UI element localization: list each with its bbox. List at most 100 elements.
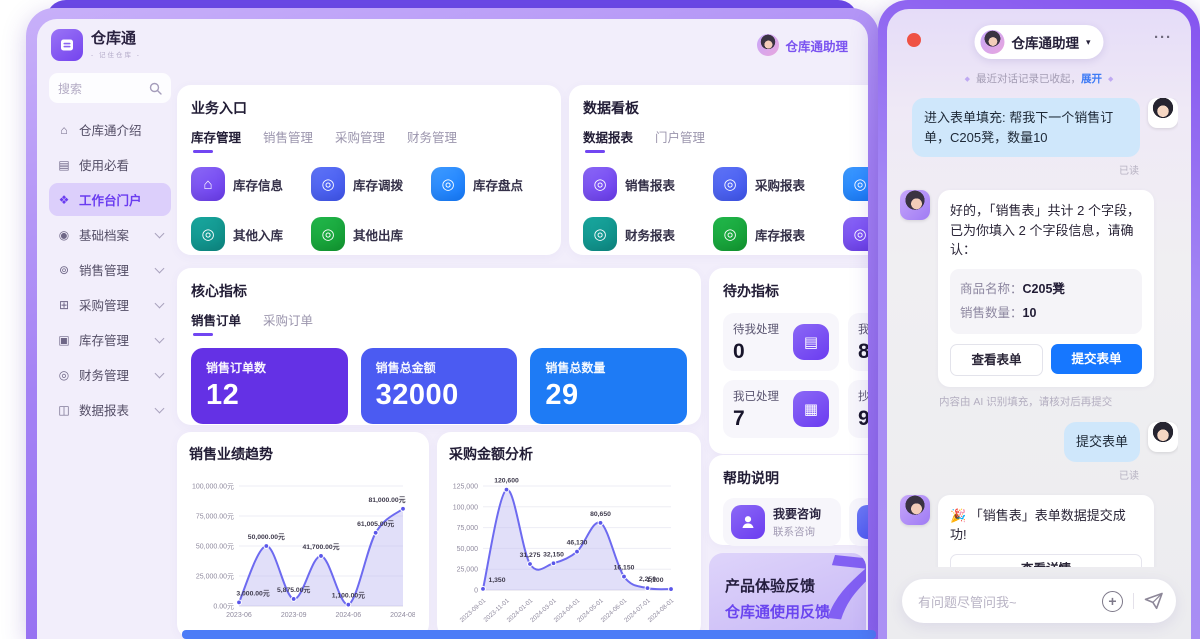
chevron-down-icon [155, 368, 165, 378]
view-details-button[interactable]: 查看详情 [950, 554, 1142, 568]
todo-pending[interactable]: 待我处理0 ▤ [723, 313, 839, 371]
tab-purchase-orders[interactable]: 采购订单 [263, 310, 313, 336]
help-faq[interactable]: ? [849, 498, 868, 546]
chat-window-title: 仓库通助理 [1011, 32, 1079, 52]
assistant-message-bubble: 好的，「销售表」共计 2 个字段，已为你填入 2 个字段信息，请确认： 商品名称… [938, 190, 1154, 387]
form-field-row: 销售数量：10 [960, 301, 1132, 326]
data-dashboard-card: 数据看板 数据报表 门户管理 ◎销售报表 ◎采购报表 ◎资金报表 ◎财务报表 ◎… [569, 85, 868, 255]
tile-stocktake[interactable]: ◎库存盘点 [431, 167, 551, 201]
assistant-avatar [900, 190, 930, 220]
sidebar-item-must-read[interactable]: ▤使用必看 [49, 148, 171, 181]
decorative-seven: 7 [817, 553, 866, 639]
tile-sales-report[interactable]: ◎销售报表 [583, 167, 713, 201]
sparkle-icon: ◆ [965, 76, 970, 83]
svg-text:2023-09: 2023-09 [281, 612, 307, 619]
finance-icon: ◎ [57, 368, 71, 382]
todo-cc-me[interactable]: 抄送我的9 ▦ [848, 380, 868, 438]
home-icon: ⌂ [57, 123, 71, 137]
sidebar: 搜索 ⌂仓库通介绍 ▤使用必看 ❖工作台门户 ◉基础档案 ⊚销售管理 ⊞采购管理… [45, 71, 175, 639]
chevron-down-icon [155, 333, 165, 343]
tile-inventory-report[interactable]: ◎库存报表 [713, 217, 843, 251]
tile-other-outbound[interactable]: ◎其他出库 [311, 217, 431, 251]
sidebar-item-base-archive[interactable]: ◉基础档案 [49, 218, 171, 251]
svg-text:31,275: 31,275 [520, 552, 541, 559]
tab-portal-mgmt[interactable]: 门户管理 [655, 127, 705, 153]
form-field-row: 商品名称：C205凳 [960, 277, 1132, 302]
tile-finance-report[interactable]: ◎财务报表 [583, 217, 713, 251]
chat-input-bar[interactable]: 有问题尽管问我~ + [902, 579, 1176, 623]
tab-sales-orders[interactable]: 销售订单 [191, 310, 241, 336]
chevron-down-icon [155, 228, 165, 238]
purchase-icon: ⊞ [57, 298, 71, 312]
attach-plus-icon[interactable]: + [1102, 591, 1123, 612]
tab-finance-mgmt[interactable]: 财务管理 [407, 127, 457, 153]
stocktake-icon: ◎ [431, 167, 465, 201]
svg-text:0: 0 [474, 588, 478, 595]
warehouse-logo-icon [51, 29, 83, 61]
svg-text:100,000: 100,000 [453, 504, 478, 511]
brand-tagline: - 记住仓库 - [91, 49, 141, 59]
sidebar-item-inventory[interactable]: ▣库存管理 [49, 323, 171, 356]
feedback-banner[interactable]: 产品体验反馈 仓库通使用反馈 7 [709, 553, 866, 639]
tile-other-inbound[interactable]: ◎其他入库 [191, 217, 311, 251]
search-icon [149, 82, 162, 95]
archive-icon: ◉ [57, 228, 71, 242]
svg-text:1,100: 1,100 [646, 577, 663, 584]
sidebar-item-workbench-portal[interactable]: ❖工作台门户 [49, 183, 171, 216]
todo-created-by-me[interactable]: 我创建的8 ▤ [848, 313, 868, 371]
inventory-icon: ▣ [57, 333, 71, 347]
report-disc-icon: ◎ [843, 167, 868, 201]
business-entry-tabs: 库存管理 销售管理 采购管理 财务管理 [191, 127, 547, 153]
search-input[interactable]: 搜索 [49, 73, 171, 103]
assistant-entry-label: 仓库通助理 [785, 36, 848, 55]
tab-purchase-mgmt[interactable]: 采购管理 [335, 127, 385, 153]
assistant-selector[interactable]: 仓库通助理 ▾ [974, 25, 1103, 59]
sales-icon: ⊚ [57, 263, 71, 277]
purchase-analysis-title: 采购金额分析 [449, 444, 689, 464]
tab-sales-mgmt[interactable]: 销售管理 [263, 127, 313, 153]
sidebar-item-sales[interactable]: ⊚销售管理 [49, 253, 171, 286]
submit-form-button[interactable]: 提交表单 [1051, 344, 1142, 374]
tile-capital-report[interactable]: ◎资金报表 [843, 167, 868, 201]
tile-inventory-transfer[interactable]: ◎库存调拨 [311, 167, 431, 201]
assistant-message: 好的，「销售表」共计 2 个字段，已为你填入 2 个字段信息，请确认： 商品名称… [900, 190, 1178, 387]
more-menu-icon[interactable]: ··· [1154, 29, 1172, 46]
tile-purchase-report[interactable]: ◎采购报表 [713, 167, 843, 201]
assistant-avatar [900, 495, 930, 525]
assistant-text: 🎉 「销售表」表单数据提交成功! [950, 506, 1142, 545]
help-contact[interactable]: 我要咨询 联系咨询 [723, 498, 841, 546]
close-button[interactable] [907, 33, 921, 47]
todo-processed[interactable]: 我已处理7 ▦ [723, 380, 839, 438]
svg-text:75,000: 75,000 [457, 525, 479, 532]
tab-data-reports[interactable]: 数据报表 [583, 127, 633, 153]
svg-text:2024-08-01: 2024-08-01 [647, 597, 676, 624]
sidebar-item-intro[interactable]: ⌂仓库通介绍 [49, 113, 171, 146]
header-assistant-entry[interactable]: 仓库通助理 [757, 34, 848, 56]
sidebar-item-finance[interactable]: ◎财务管理 [49, 358, 171, 391]
sidebar-item-purchase[interactable]: ⊞采购管理 [49, 288, 171, 321]
business-entry-title: 业务入口 [191, 98, 547, 118]
expand-history-link[interactable]: 展开 [1081, 73, 1102, 85]
sidebar-item-reports[interactable]: ◫数据报表 [49, 393, 171, 426]
search-placeholder: 搜索 [58, 80, 82, 97]
input-divider [1133, 593, 1134, 609]
send-icon[interactable] [1144, 592, 1164, 610]
doc-icon: ▤ [57, 158, 71, 172]
user-avatar [1148, 422, 1178, 452]
tile-stock-age-report[interactable]: ◎库龄报表 [843, 217, 868, 251]
svg-text:50,000: 50,000 [457, 546, 479, 553]
chevron-down-icon [155, 298, 165, 308]
assistant-avatar [757, 34, 779, 56]
chat-input-placeholder: 有问题尽管问我~ [918, 592, 1102, 611]
view-form-button[interactable]: 查看表单 [950, 344, 1043, 376]
svg-text:3,000.00元: 3,000.00元 [236, 589, 269, 597]
sparkle-icon: ◆ [1108, 76, 1113, 83]
svg-text:120,600: 120,600 [494, 478, 519, 485]
message-list[interactable]: 进入表单填充: 帮我下一个销售订单，C205凳，数量10 已读 好的，「销售表」… [900, 98, 1178, 567]
tile-inventory-info[interactable]: ⌂库存信息 [191, 167, 311, 201]
chat-header: 仓库通助理 ▾ ··· [900, 21, 1178, 63]
assistant-message-bubble: 🎉 「销售表」表单数据提交成功! 查看详情 [938, 495, 1154, 568]
read-status: 已读 [900, 162, 1139, 177]
doc-clock-icon: ▤ [793, 324, 829, 360]
tab-inventory-mgmt[interactable]: 库存管理 [191, 127, 241, 153]
